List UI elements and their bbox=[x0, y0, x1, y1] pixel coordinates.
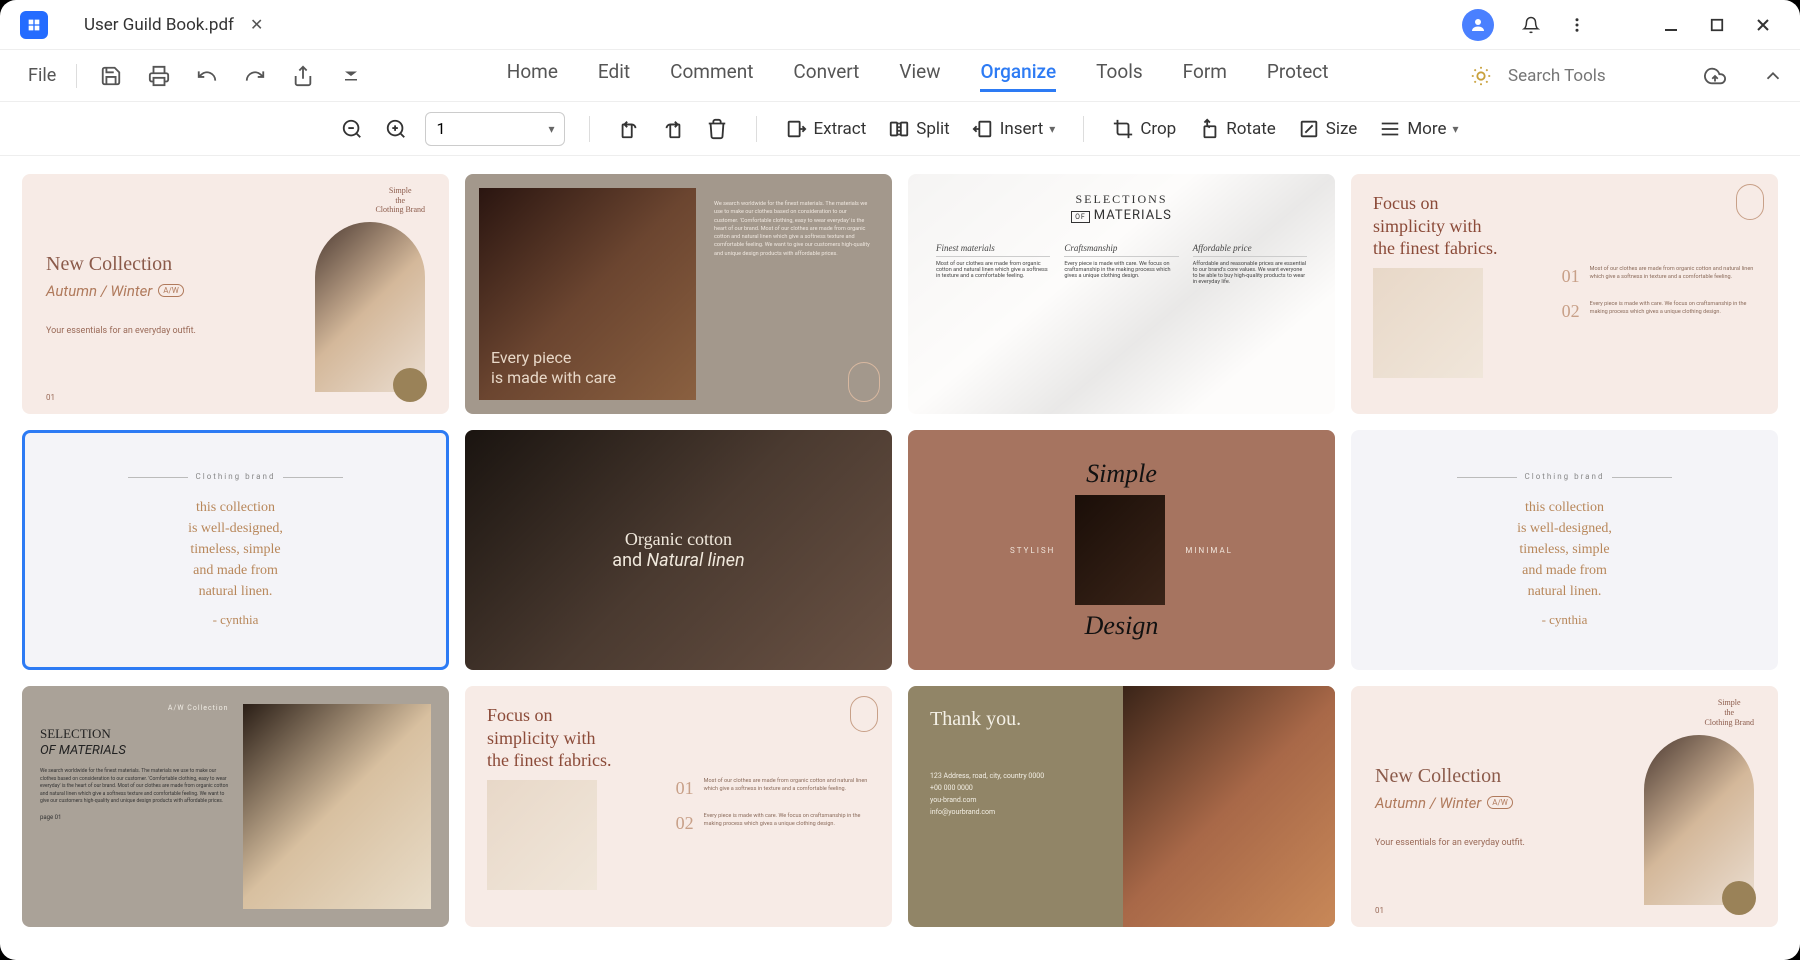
page-thumbnail-11[interactable]: Thank you. 123 Address, road, city, coun… bbox=[908, 686, 1335, 926]
tab-comment[interactable]: Comment bbox=[670, 60, 753, 92]
file-menu[interactable]: File bbox=[16, 65, 68, 86]
tab-organize[interactable]: Organize bbox=[980, 60, 1056, 92]
crop-button[interactable]: Crop bbox=[1108, 112, 1180, 146]
page-number-select[interactable]: 1 ▾ bbox=[425, 112, 565, 146]
model-image bbox=[1373, 268, 1483, 378]
close-tab-icon[interactable]: ✕ bbox=[250, 15, 263, 34]
tab-protect[interactable]: Protect bbox=[1267, 60, 1329, 92]
divider bbox=[756, 116, 757, 142]
organize-toolbar: 1 ▾ Extract Split Insert▾ Crop Rotate Si… bbox=[0, 102, 1800, 156]
page-thumbnail-6[interactable]: Organic cotton and Natural linen bbox=[465, 430, 892, 670]
cloud-upload-icon[interactable] bbox=[1704, 65, 1726, 87]
page-thumbnail-12[interactable]: Simple the Clothing Brand New Collection… bbox=[1351, 686, 1778, 926]
page-thumbnail-1[interactable]: Simple the Clothing Brand New Collection… bbox=[22, 174, 449, 414]
zoom-out-button[interactable] bbox=[337, 112, 367, 146]
collapse-ribbon-icon[interactable] bbox=[1762, 65, 1784, 87]
window-close-icon[interactable] bbox=[1754, 16, 1772, 34]
share-icon[interactable] bbox=[289, 62, 317, 90]
delete-page-button[interactable] bbox=[702, 112, 732, 146]
page-thumbnail-4[interactable]: Focus on simplicity with the finest fabr… bbox=[1351, 174, 1778, 414]
ai-assistant-icon[interactable] bbox=[1470, 65, 1492, 87]
page-thumbnail-10[interactable]: Focus on simplicity with the finest fabr… bbox=[465, 686, 892, 926]
user-avatar[interactable] bbox=[1462, 9, 1494, 41]
chevron-down-icon: ▾ bbox=[1049, 122, 1055, 136]
tab-convert[interactable]: Convert bbox=[793, 60, 859, 92]
model-image bbox=[243, 704, 432, 908]
page-thumbnail-7[interactable]: Simple STYLISH MINIMAL Design bbox=[908, 430, 1335, 670]
chevron-down-icon: ▾ bbox=[1452, 122, 1458, 136]
print-icon[interactable] bbox=[145, 62, 173, 90]
page-thumbnail-2[interactable]: Every pieceis made with care We search w… bbox=[465, 174, 892, 414]
size-button[interactable]: Size bbox=[1294, 112, 1362, 146]
page-thumbnail-9[interactable]: A/W Collection SELECTION OF MATERIALS We… bbox=[22, 686, 449, 926]
main-tabs: Home Edit Comment Convert View Organize … bbox=[507, 60, 1329, 92]
window-maximize-icon[interactable] bbox=[1708, 16, 1726, 34]
model-image bbox=[1123, 686, 1335, 926]
kebab-menu-icon[interactable] bbox=[1568, 16, 1586, 34]
rotate-button[interactable]: Rotate bbox=[1194, 112, 1280, 146]
title-bar: User Guild Book.pdf ✕ bbox=[0, 0, 1800, 50]
more-button[interactable]: More▾ bbox=[1375, 112, 1462, 146]
menu-bar: File Home Edit Comment Convert View Orga… bbox=[0, 50, 1800, 102]
notification-bell-icon[interactable] bbox=[1522, 16, 1540, 34]
tab-edit[interactable]: Edit bbox=[598, 60, 630, 92]
app-logo bbox=[20, 11, 48, 39]
page-thumbnail-8[interactable]: Clothing brand this collection is well-d… bbox=[1351, 430, 1778, 670]
model-image bbox=[1644, 735, 1754, 905]
stamp-icon bbox=[848, 362, 880, 402]
tab-tools[interactable]: Tools bbox=[1096, 60, 1143, 92]
zoom-in-button[interactable] bbox=[381, 112, 411, 146]
page-thumbnail-3[interactable]: SELECTIONS OFMATERIALS Finest materialsM… bbox=[908, 174, 1335, 414]
save-icon[interactable] bbox=[97, 62, 125, 90]
stamp-icon bbox=[1736, 184, 1764, 220]
redo-icon[interactable] bbox=[241, 62, 269, 90]
quick-access-dropdown-icon[interactable] bbox=[337, 62, 365, 90]
tab-form[interactable]: Form bbox=[1183, 60, 1227, 92]
search-tools-input[interactable] bbox=[1508, 66, 1668, 86]
insert-button[interactable]: Insert▾ bbox=[968, 112, 1060, 146]
divider bbox=[589, 116, 590, 142]
undo-icon[interactable] bbox=[193, 62, 221, 90]
chevron-down-icon: ▾ bbox=[548, 122, 554, 136]
extract-button[interactable]: Extract bbox=[781, 112, 870, 146]
model-image bbox=[487, 780, 597, 890]
split-button[interactable]: Split bbox=[884, 112, 953, 146]
rotate-right-button[interactable] bbox=[658, 112, 688, 146]
window-minimize-icon[interactable] bbox=[1662, 16, 1680, 34]
stamp-icon bbox=[850, 696, 878, 732]
page-number-value: 1 bbox=[436, 119, 445, 138]
tab-home[interactable]: Home bbox=[507, 60, 558, 92]
model-image bbox=[1075, 495, 1165, 605]
document-tab-label: User Guild Book.pdf bbox=[84, 15, 234, 35]
page-thumbnail-5[interactable]: Clothing brand this collection is well-d… bbox=[22, 430, 449, 670]
model-image: Every pieceis made with care bbox=[479, 188, 696, 400]
tab-view[interactable]: View bbox=[899, 60, 940, 92]
divider bbox=[1083, 116, 1084, 142]
document-tab[interactable]: User Guild Book.pdf ✕ bbox=[68, 0, 279, 50]
page-grid-area: Simple the Clothing Brand New Collection… bbox=[0, 156, 1800, 960]
rotate-left-button[interactable] bbox=[614, 112, 644, 146]
divider bbox=[76, 64, 77, 88]
model-image bbox=[315, 222, 425, 392]
